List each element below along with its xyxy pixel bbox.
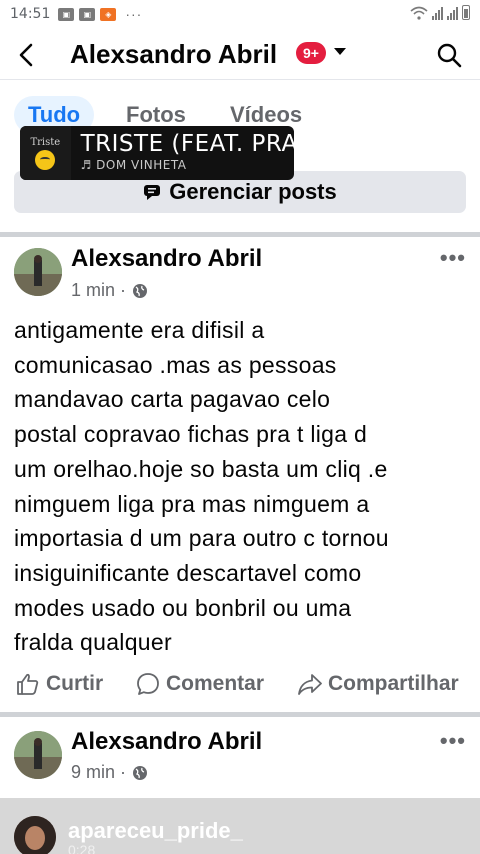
crying-face-icon — [35, 149, 56, 170]
gallery-icon: ▣ — [79, 7, 96, 21]
post-time: 1 min · — [71, 280, 127, 300]
album-text: Triste — [30, 136, 61, 148]
notification-icons: ▣ ▣ ◈ ··· — [58, 6, 142, 22]
post-text-line: fralda qualquer — [14, 629, 172, 656]
globe-icon — [133, 765, 148, 780]
notification-badge: 9+ — [296, 42, 326, 64]
post-author[interactable]: Alexsandro Abril — [71, 245, 262, 273]
music-info: TRISTE (FEAT. PRAV ♬ DOM VINHETA — [71, 126, 294, 180]
profile-photo — [14, 248, 62, 296]
post-actions: Curtir Comentar Compartilhar — [0, 666, 480, 706]
post-author[interactable]: Alexsandro Abril — [71, 728, 262, 756]
signal-icon — [447, 6, 458, 20]
manage-posts-label: Gerenciar posts — [169, 179, 337, 204]
wifi-icon — [410, 6, 428, 20]
section-divider — [0, 712, 480, 717]
shared-username: apareceu_pride_ — [68, 818, 243, 843]
music-sticker[interactable]: Triste TRISTE (FEAT. PRAV ♬ DOM VINHETA — [20, 126, 294, 180]
section-divider — [0, 232, 480, 237]
profile-photo — [14, 731, 62, 779]
chat-bubble-icon — [144, 185, 161, 200]
comment-label: Comentar — [166, 672, 265, 695]
status-bar: 14:51 ▣ ▣ ◈ ··· — [0, 0, 480, 28]
post-text: antigamente era difisil a comunicasao .m… — [14, 313, 470, 660]
comment-button[interactable]: Comentar — [136, 672, 264, 696]
share-button[interactable]: Compartilhar — [298, 672, 459, 696]
app-notification-icon: ◈ — [100, 7, 117, 21]
post-meta: 9 min · — [71, 762, 148, 783]
battery-icon — [462, 5, 470, 20]
like-label: Curtir — [46, 672, 104, 695]
post-time: 9 min · — [71, 762, 127, 782]
song-artist: ♬ DOM VINHETA — [80, 158, 187, 172]
profile-header: Alexsandro Abril 9+ — [0, 28, 480, 80]
shared-duration: 0:28 — [68, 842, 96, 854]
song-title: TRISTE (FEAT. PRAV — [80, 131, 294, 157]
profile-photo — [14, 816, 56, 854]
post-text-line: importasia d um para outro c tornou — [14, 525, 389, 552]
post-text-line: antigamente era difisil a — [14, 317, 265, 343]
avatar[interactable] — [14, 248, 62, 296]
like-button[interactable]: Curtir — [16, 672, 103, 696]
share-label: Compartilhar — [328, 672, 459, 695]
post-text-line: mandavao carta pagavao celo — [14, 386, 331, 413]
system-icons — [410, 5, 470, 20]
globe-icon — [133, 283, 148, 298]
post-text-line: insiguinificante descartavel como — [14, 559, 362, 586]
post-text-line: nimguem liga pra mas nimguem a — [14, 490, 370, 517]
gallery-icon: ▣ — [58, 7, 75, 21]
shared-media-preview[interactable]: apareceu_pride_ 0:28 — [0, 798, 480, 854]
post-text-line: postal copravao fichas pra t liga d — [14, 421, 368, 448]
share-icon — [298, 674, 322, 695]
chevron-down-icon[interactable] — [334, 48, 346, 55]
post-text-line: comunicasao .mas as pessoas — [14, 351, 337, 378]
profile-title[interactable]: Alexsandro Abril — [70, 39, 277, 70]
post-text-line: um orelhao.hoje so basta um cliq .e — [14, 455, 388, 482]
more-options-button[interactable]: ••• — [440, 728, 466, 754]
signal-icon — [432, 6, 443, 20]
post-text-line: modes usado ou bonbril ou uma — [14, 594, 352, 621]
comment-icon — [137, 673, 159, 695]
more-options-button[interactable]: ••• — [440, 245, 466, 271]
album-cover: Triste — [20, 126, 71, 180]
search-icon[interactable] — [436, 42, 462, 68]
status-time: 14:51 — [10, 6, 51, 22]
more-notifications-indicator: ··· — [125, 6, 143, 22]
thumbs-up-icon — [17, 673, 39, 695]
post-meta: 1 min · — [71, 280, 148, 301]
avatar — [14, 816, 56, 854]
back-arrow-icon[interactable] — [14, 42, 40, 68]
avatar[interactable] — [14, 731, 62, 779]
